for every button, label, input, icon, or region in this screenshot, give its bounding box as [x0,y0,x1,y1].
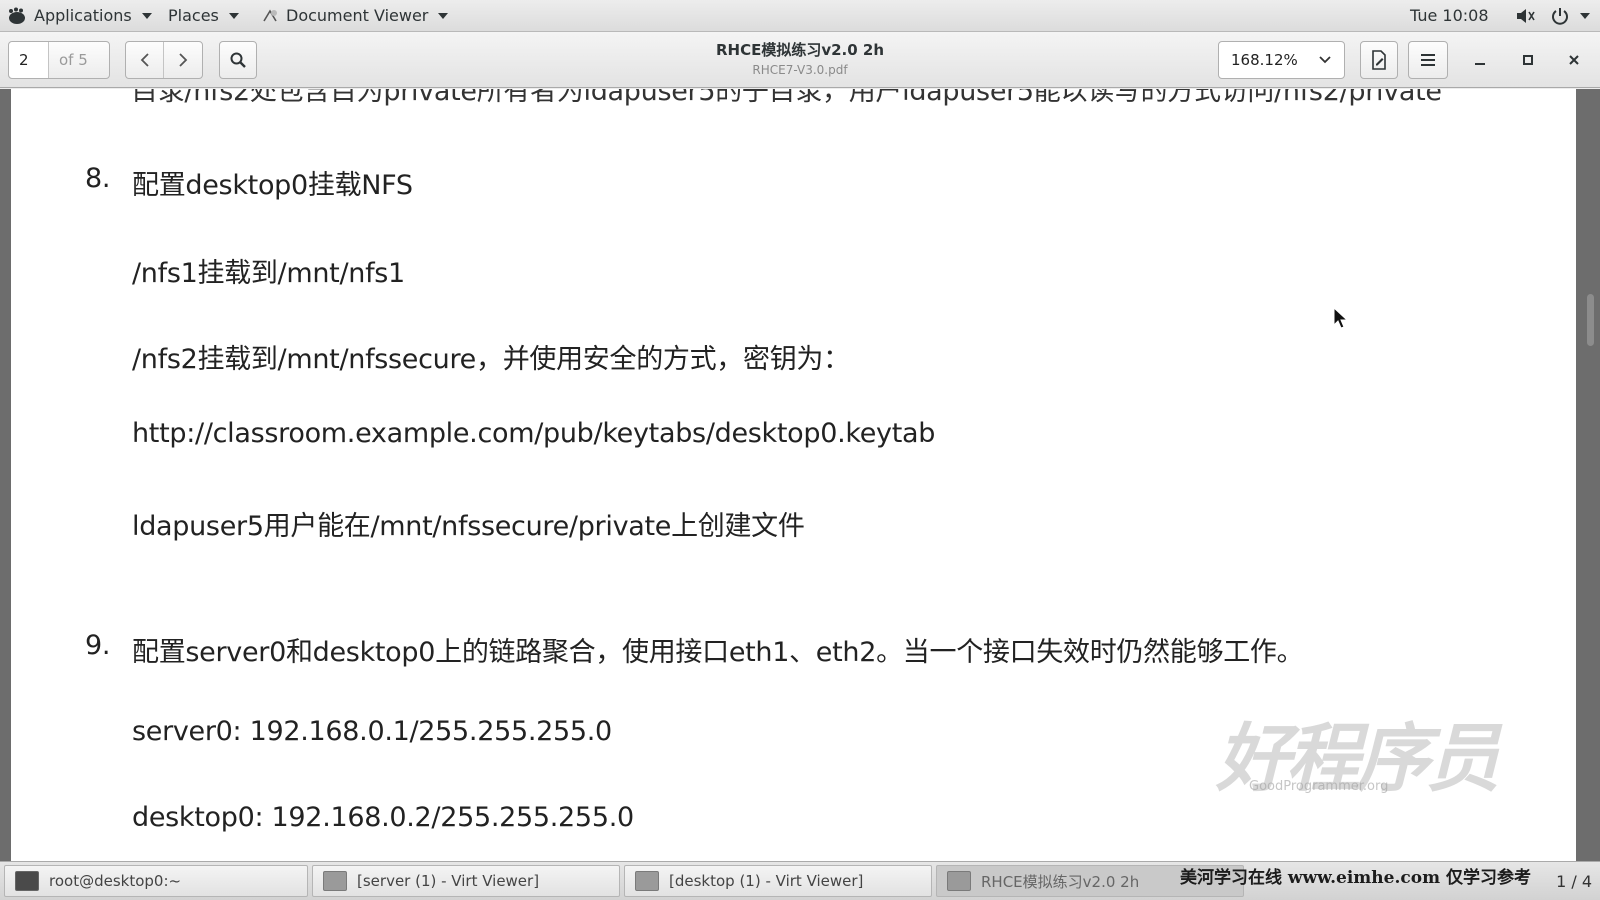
mouse-pointer-icon [1333,307,1349,329]
document-viewer-icon [263,9,277,22]
document-text-line: /nfs1挂载到/mnt/nfs1 [132,258,405,289]
virt-viewer-icon [635,871,659,891]
chevron-down-icon [438,13,449,19]
maximize-icon [1523,55,1533,65]
chevron-down-icon [228,13,239,19]
menu-button[interactable] [1408,41,1448,79]
power-icon [1552,8,1568,25]
taskbar: root@desktop0:~ [server (1) - Virt Viewe… [0,861,1600,900]
page-selector: of 5 [8,41,110,79]
document-text-line: ldapuser5用户能在/mnt/nfssecure/private上创建文件 [132,511,805,542]
close-icon [1569,55,1579,65]
volume-indicator[interactable] [1515,0,1537,32]
task-desktop-viewer[interactable]: [desktop (1) - Virt Viewer] [624,865,932,897]
gnome-foot-icon [9,7,25,24]
places-label: Places [168,6,219,25]
annotate-icon [1372,50,1386,70]
document-text-line: 目录/nfs2处包含目为private所有者为ldapuser5的子目录，用户l… [131,89,1442,107]
watermark-url: GoodProgrammer.org [1249,779,1389,794]
active-app-menu[interactable]: Document Viewer [262,0,449,32]
clock-label: Tue 10:08 [1410,6,1489,25]
pdf-page: 目录/nfs2处包含目为private所有者为ldapuser5的子目录，用户l… [11,89,1576,861]
document-filename: RHCE7-V3.0.pdf [752,63,848,77]
page-navigation [125,41,203,79]
site-watermark: 美河学习在线 www.eimhe.com 仅学习参考 [1180,868,1531,888]
power-menu[interactable] [1550,0,1590,32]
places-menu[interactable]: Places [168,0,239,32]
chevron-left-icon [140,53,149,67]
chevron-down-icon [1580,13,1590,19]
item-number: 9. [85,630,111,661]
item-heading: 配置desktop0挂载NFS [132,170,413,201]
clock[interactable]: Tue 10:08 [1410,0,1489,32]
virt-viewer-icon [323,871,347,891]
document-text-line: http://classroom.example.com/pub/keytabs… [132,418,936,449]
chevron-right-icon [179,53,188,67]
task-label: root@desktop0:~ [49,872,182,890]
hamburger-menu-icon [1421,54,1435,66]
zoom-value: 168.12% [1231,51,1298,69]
task-server-viewer[interactable]: [server (1) - Virt Viewer] [312,865,620,897]
page-total-label: of 5 [59,51,88,69]
chevron-down-icon [1319,56,1331,64]
terminal-icon [15,871,39,891]
task-label: [desktop (1) - Virt Viewer] [669,872,864,890]
applications-menu[interactable]: Applications [6,0,152,32]
item-number: 8. [85,163,111,194]
minimize-button[interactable] [1468,48,1492,72]
search-icon [230,52,246,68]
vertical-scrollbar[interactable] [1587,294,1594,346]
close-button[interactable] [1562,48,1586,72]
document-text-line: server0: 192.168.0.1/255.255.255.0 [132,716,612,747]
applications-label: Applications [34,6,132,25]
viewer-header-bar: of 5 RHCE模拟练习v2.0 2h RHCE7-V3.0.pdf 168.… [0,32,1600,88]
document-text-line: /nfs2挂载到/mnt/nfssecure，并使用安全的方式，密钥为： [132,344,850,375]
workspace-indicator[interactable]: 1 / 4 [1556,872,1592,891]
system-top-bar: Applications Places Document Viewer Tue … [0,0,1600,32]
maximize-button[interactable] [1516,48,1540,72]
page-number-input[interactable] [9,42,49,78]
next-page-button[interactable] [164,42,202,78]
active-app-label: Document Viewer [286,6,429,25]
task-label: RHCE模拟练习v2.0 2h [981,872,1140,891]
search-button[interactable] [219,41,257,79]
chevron-down-icon [141,13,152,19]
task-terminal[interactable]: root@desktop0:~ [4,865,308,897]
document-viewer-icon [947,871,971,891]
document-view[interactable]: 目录/nfs2处包含目为private所有者为ldapuser5的子目录，用户l… [0,89,1600,861]
document-title: RHCE模拟练习v2.0 2h [715,41,885,59]
zoom-select[interactable]: 168.12% [1218,41,1345,79]
item-heading: 配置server0和desktop0上的链路聚合，使用接口eth1、eth2。当… [132,637,1304,668]
volume-icon [1517,9,1535,23]
task-label: [server (1) - Virt Viewer] [357,872,540,890]
annotate-button[interactable] [1360,41,1398,79]
minimize-icon [1475,63,1485,65]
document-text-line: desktop0: 192.168.0.2/255.255.255.0 [132,802,634,833]
previous-page-button[interactable] [126,42,164,78]
